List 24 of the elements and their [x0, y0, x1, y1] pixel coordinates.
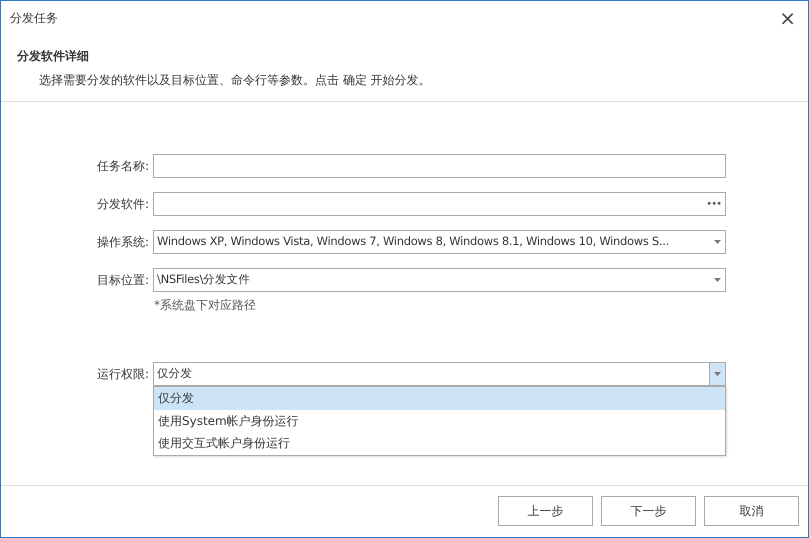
- dialog-button[interactable]: 下一步: [601, 496, 696, 526]
- select-field[interactable]: Windows XP, Windows Vista, Windows 7, Windows 8, Windows 8.1, Windows 10, Windows S...: [153, 230, 726, 254]
- field-label: 目标位置:: [96, 272, 150, 289]
- hint-text: *系统盘下对应路径: [154, 297, 257, 314]
- dropdown-option[interactable]: 使用交互式帐户身份运行: [154, 432, 725, 454]
- text-field[interactable]: [153, 154, 726, 178]
- section-description: 选择需要分发的软件以及目标位置、命令行等参数。点击 确定 开始分发。: [38, 72, 432, 89]
- section-title: 分发软件详细: [17, 48, 90, 65]
- dropdown-caret-icon[interactable]: [714, 372, 721, 376]
- dropdown-option[interactable]: 仅分发: [154, 387, 725, 410]
- dropdown-caret-icon[interactable]: [714, 278, 720, 282]
- dialog-button[interactable]: 取消: [704, 496, 799, 526]
- file-field[interactable]: •••: [153, 192, 726, 216]
- dropdown-caret-icon[interactable]: [714, 240, 720, 244]
- dropdown-option[interactable]: 使用System帐户身份运行: [154, 410, 725, 432]
- dialog-button[interactable]: 上一步: [498, 496, 593, 526]
- close-button[interactable]: ×: [775, 8, 800, 28]
- field-label: 运行权限:: [96, 366, 150, 383]
- field-label: 任务名称:: [96, 158, 150, 175]
- field-label: 分发软件:: [96, 196, 150, 213]
- window-title: 分发任务: [10, 10, 58, 26]
- browse-button[interactable]: •••: [702, 196, 725, 212]
- field-label: 操作系统:: [96, 234, 150, 251]
- select-field[interactable]: \NSFiles\分发文件: [153, 268, 726, 292]
